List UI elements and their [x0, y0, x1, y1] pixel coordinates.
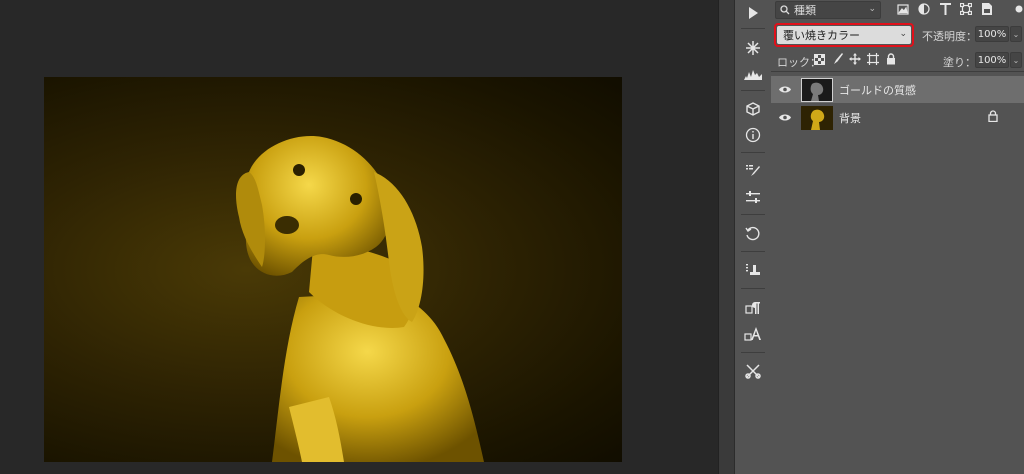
clone-source-icon[interactable]: [739, 258, 767, 282]
panel-icon-strip: [734, 0, 772, 474]
lock-icon: [988, 110, 998, 125]
opacity-dropdown-button[interactable]: ⌄: [1010, 26, 1022, 42]
tool-presets-icon[interactable]: [739, 359, 767, 383]
divider: [741, 214, 765, 215]
cube-icon[interactable]: [739, 97, 767, 121]
lock-artboard-icon[interactable]: [867, 52, 879, 66]
filter-kind-label: 種類: [794, 4, 816, 17]
chevron-down-icon: ⌄: [899, 29, 907, 39]
lock-image-pixels-icon[interactable]: [831, 52, 843, 66]
search-icon: [780, 5, 790, 15]
gold-dog-image: [236, 136, 484, 462]
lock-all-icon[interactable]: [885, 52, 897, 66]
character-icon[interactable]: [739, 322, 767, 346]
shape-filter-icon[interactable]: [960, 2, 972, 16]
brush-presets-icon[interactable]: [739, 159, 767, 183]
smart-object-filter-icon[interactable]: [981, 2, 993, 16]
divider: [741, 90, 765, 91]
image-canvas[interactable]: [44, 77, 622, 462]
visibility-eye-icon[interactable]: [777, 76, 793, 103]
fill-input[interactable]: 100%: [975, 52, 1009, 68]
document-canvas-area: [0, 0, 718, 474]
divider: [741, 352, 765, 353]
fill-dropdown-button[interactable]: ⌄: [1010, 52, 1022, 68]
adjustment-filter-icon[interactable]: [918, 2, 930, 16]
histogram-icon[interactable]: [739, 62, 767, 86]
opacity-label: 不透明度：: [922, 30, 977, 43]
fill-label: 塗り：: [943, 56, 976, 69]
chevron-down-icon: ⌄: [868, 4, 876, 14]
layer-filter-icons: [897, 2, 993, 16]
divider: [741, 28, 765, 29]
lock-options: [813, 52, 897, 66]
type-filter-icon[interactable]: [939, 2, 951, 16]
lock-transparent-pixels-icon[interactable]: [813, 52, 825, 66]
layer-name: 背景: [839, 111, 861, 125]
layer-thumbnail: [801, 105, 833, 130]
blend-mode-value: 覆い焼きカラー: [783, 29, 860, 42]
opacity-input[interactable]: 100%: [975, 26, 1009, 42]
visibility-eye-icon[interactable]: [777, 104, 793, 131]
info-icon[interactable]: [739, 123, 767, 147]
filter-kind-select[interactable]: 種類 ⌄: [775, 1, 881, 19]
play-icon[interactable]: [739, 1, 767, 25]
pixel-filter-icon[interactable]: [897, 2, 909, 16]
blend-mode-select[interactable]: 覆い焼きカラー ⌄: [777, 26, 911, 44]
divider: [741, 251, 765, 252]
layer-thumbnail: [801, 77, 833, 102]
history-icon[interactable]: [739, 222, 767, 246]
paragraph-icon[interactable]: [739, 296, 767, 320]
divider: [771, 71, 1024, 72]
lock-position-icon[interactable]: [849, 52, 861, 66]
snowflake-icon[interactable]: [739, 36, 767, 60]
layer-filter-row: 種類 ⌄: [771, 0, 1024, 22]
layers-panel: 種類 ⌄ 覆い焼きカラー ⌄ 不透明度： 100% ⌄ ロック： 塗り： 100…: [771, 0, 1024, 474]
panel-gutter: [718, 0, 735, 474]
adjustments-icon[interactable]: [739, 185, 767, 209]
divider: [741, 152, 765, 153]
divider: [741, 288, 765, 289]
filter-toggle-icon[interactable]: [1013, 2, 1024, 16]
layer-row-gold-texture[interactable]: ゴールドの質感: [771, 76, 1024, 103]
layer-row-background[interactable]: 背景: [771, 104, 1024, 131]
layer-name: ゴールドの質感: [839, 83, 916, 97]
